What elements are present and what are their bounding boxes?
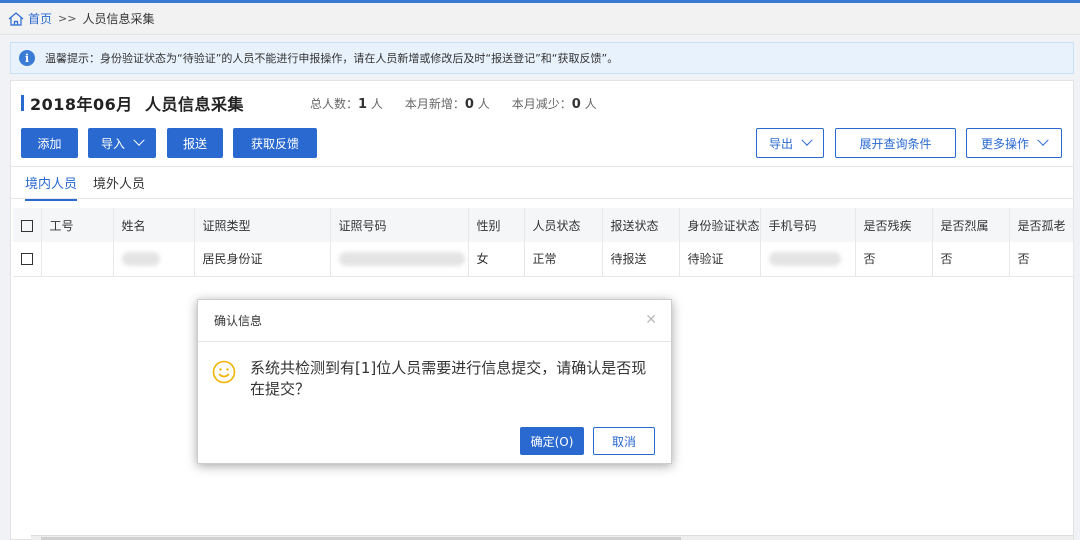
title-row: 2018年06月 人员信息采集 总人数：1 人 本月新增：0 人 本月减少：0 … [21,93,619,114]
column-header[interactable]: 是否孤老 [1009,208,1074,242]
cell-martyr: 否 [932,242,1010,277]
column-header[interactable]: 人员状态 [524,208,603,242]
column-header[interactable]: 是否残疾 [855,208,933,242]
person-tabs: 境内人员 境外人员 [25,173,161,201]
expand-query-button[interactable]: 展开查询条件 [835,128,956,158]
import-dropdown-button[interactable]: 导入 [88,128,156,158]
breadcrumb: 首页 >> 人员信息采集 [0,3,1080,35]
submit-button[interactable]: 报送 [167,128,223,158]
column-header[interactable]: 手机号码 [760,208,856,242]
column-header[interactable]: 姓名 [113,208,195,242]
close-icon[interactable]: ✕ [645,312,657,328]
dialog-message: 系统共检测到有[1]位人员需要进行信息提交，请确认是否现在提交？ [250,359,647,398]
toolbar-divider [11,166,1073,167]
breadcrumb-home-link[interactable]: 首页 [28,10,52,27]
get-feedback-button[interactable]: 获取反馈 [233,128,317,158]
stat-reduced: 本月减少：0 人 [511,96,597,112]
column-header[interactable]: 身份验证状态 [679,208,761,242]
tip-banner: i 温馨提示：身份验证状态为“待验证”的人员不能进行申报操作，请在人员新增或修改… [10,42,1074,74]
cell-gender: 女 [468,242,525,277]
horizontal-scrollbar[interactable] [31,535,1073,540]
add-button[interactable]: 添加 [21,128,78,158]
info-icon: i [19,50,35,66]
column-header[interactable]: 性别 [468,208,525,242]
home-icon[interactable] [8,11,24,26]
breadcrumb-separator: >> [58,12,77,25]
cell-person-status: 正常 [524,242,603,277]
title-accent [21,95,24,111]
stat-total: 总人数：1 人 [309,96,383,112]
table-header-row: 工号 姓名 证照类型 证照号码 性别 人员状态 报送状态 身份验证状态 手机号码… [13,208,1074,242]
more-actions-dropdown-button[interactable]: 更多操作 [966,128,1062,158]
select-all-checkbox[interactable] [13,208,42,242]
tip-text: 温馨提示：身份验证状态为“待验证”的人员不能进行申报操作，请在人员新增或修改后及… [45,52,619,65]
column-header[interactable]: 证照号码 [330,208,469,242]
chevron-down-icon [801,134,813,146]
cell-disabled: 否 [855,242,933,277]
cell-lonely: 否 [1009,242,1074,277]
page-title: 2018年06月 人员信息采集 [30,95,244,114]
smile-icon [212,360,236,384]
cell-verify-status: 待验证 [679,242,761,277]
person-table: 工号 姓名 证照类型 证照号码 性别 人员状态 报送状态 身份验证状态 手机号码… [13,208,1074,277]
export-dropdown-button[interactable]: 导出 [756,128,824,158]
confirm-button[interactable]: 确定(O) [520,427,584,455]
cell-id-type: 居民身份证 [194,242,331,277]
cell-phone-redacted [760,242,856,277]
cell-name-redacted [113,242,195,277]
column-header[interactable]: 证照类型 [194,208,331,242]
dialog-header: 确认信息 ✕ [198,300,671,342]
cell-submit-status: 待报送 [602,242,680,277]
chevron-down-icon [1037,134,1049,146]
column-header[interactable]: 工号 [41,208,114,242]
cancel-button[interactable]: 取消 [593,427,655,455]
dialog-body: 系统共检测到有[1]位人员需要进行信息提交，请确认是否现在提交？ [212,358,660,400]
row-checkbox[interactable] [13,242,42,277]
tab-domestic[interactable]: 境内人员 [25,173,78,201]
confirm-dialog: 确认信息 ✕ 系统共检测到有[1]位人员需要进行信息提交，请确认是否现在提交？ … [197,299,672,464]
table-row[interactable]: 居民身份证 女 正常 待报送 待验证 否 否 否 [13,242,1074,277]
column-header[interactable]: 是否烈属 [932,208,1010,242]
dialog-title: 确认信息 [214,314,263,328]
cell-employee-id [41,242,114,277]
column-header[interactable]: 报送状态 [602,208,680,242]
breadcrumb-current: 人员信息采集 [82,12,155,26]
chevron-down-icon [133,134,145,146]
cell-id-number-redacted [330,242,469,277]
tabs-divider [11,198,1073,199]
stat-new: 本月新增：0 人 [404,96,490,112]
tab-foreign[interactable]: 境外人员 [93,173,145,201]
